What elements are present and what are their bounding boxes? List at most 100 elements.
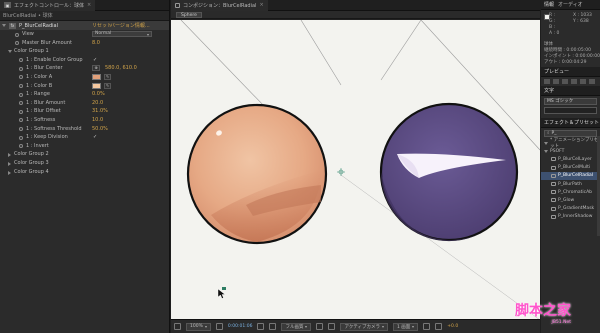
always-preview-icon[interactable] <box>174 323 181 330</box>
next-frame-icon[interactable] <box>571 79 577 84</box>
param-row[interactable]: Color Group 4 <box>0 168 169 177</box>
font-dropdown[interactable]: MS ゴシック <box>544 98 597 105</box>
param-value[interactable]: 20.0 <box>92 100 103 106</box>
expand-triangle-icon[interactable] <box>2 24 6 27</box>
stopwatch-icon[interactable] <box>19 58 23 63</box>
list-item[interactable]: P_BlurCelRadial <box>541 171 600 180</box>
stopwatch-icon[interactable] <box>19 75 23 80</box>
checkbox[interactable]: ✓ <box>93 134 97 140</box>
list-item[interactable]: P_ChromaticAb <box>541 188 600 196</box>
tab-info[interactable]: 情報 <box>544 1 554 8</box>
anchor-point-icon[interactable] <box>337 168 345 176</box>
timecode[interactable]: 0:00:01:06 <box>228 324 253 329</box>
param-value[interactable]: 31.0% <box>92 108 108 114</box>
toggle-pixel-aspect-icon[interactable] <box>423 323 431 330</box>
param-value[interactable]: 10.0 <box>92 117 103 123</box>
snapshot-icon[interactable] <box>257 323 265 330</box>
lock-icon[interactable] <box>175 2 180 8</box>
composition-viewer[interactable] <box>171 20 540 319</box>
effects-search-input[interactable]: ⌕ P_ <box>544 130 597 137</box>
param-value[interactable]: 8.0 <box>92 40 100 46</box>
expand-triangle-icon[interactable] <box>8 153 11 158</box>
stopwatch-icon[interactable] <box>15 32 19 37</box>
stopwatch-icon[interactable] <box>19 101 23 106</box>
sphere-left[interactable] <box>186 103 328 245</box>
param-row[interactable]: 1 : Blur Offset 31.0% <box>0 107 169 116</box>
expand-triangle-icon[interactable] <box>8 161 11 166</box>
list-item[interactable]: P_BlurPath <box>541 180 600 188</box>
region-of-interest-icon[interactable] <box>316 323 324 330</box>
stopwatch-icon[interactable] <box>19 118 23 123</box>
first-frame-icon[interactable] <box>544 79 550 84</box>
color-channel-icon[interactable] <box>269 323 277 330</box>
param-row[interactable]: 1 : Range 0.0% <box>0 90 169 99</box>
about-link[interactable]: バージョン情報... <box>110 22 150 29</box>
param-row[interactable]: 1 : Softness 10.0 <box>0 116 169 125</box>
expand-triangle-icon[interactable] <box>544 141 548 145</box>
expand-triangle-icon[interactable] <box>8 50 12 54</box>
breadcrumb[interactable]: Sphere <box>176 11 202 18</box>
font-style-dropdown[interactable] <box>544 107 597 114</box>
list-category[interactable]: * アニメーションプリセット <box>541 138 600 149</box>
close-icon[interactable]: × <box>87 2 91 8</box>
color-swatch[interactable] <box>92 73 101 80</box>
reset-link[interactable]: リセット <box>92 22 112 29</box>
param-row[interactable]: Color Group 1 <box>0 47 169 56</box>
param-row[interactable]: 1 : Color A ✎ <box>0 73 169 82</box>
list-item[interactable]: P_InnerShadow <box>541 213 600 221</box>
stopwatch-icon[interactable] <box>19 109 23 114</box>
last-frame-icon[interactable] <box>580 79 586 84</box>
ram-preview-icon[interactable] <box>589 79 595 84</box>
eyedropper-icon[interactable]: ✎ <box>104 73 111 80</box>
stopwatch-icon[interactable] <box>19 135 23 140</box>
stopwatch-icon[interactable] <box>19 127 23 132</box>
eyedropper-icon[interactable]: ✎ <box>104 82 111 89</box>
stopwatch-icon[interactable] <box>19 84 23 89</box>
color-swatch[interactable] <box>92 82 101 89</box>
effect-header-row[interactable]: fx P_BlurCelRadial リセット バージョン情報... <box>0 21 169 30</box>
close-icon[interactable]: × <box>259 2 263 8</box>
list-item[interactable]: P_BlurCelLayer <box>541 155 600 163</box>
tab-composition[interactable]: コンポジション：BlurCelRadial × <box>171 0 268 11</box>
param-row[interactable]: View Normal <box>0 30 169 39</box>
param-row[interactable]: 1 : Blur Center 580.0, 610.0 ⊕ <box>0 64 169 73</box>
param-value[interactable]: 580.0, 610.0 <box>105 65 137 71</box>
param-row[interactable]: 1 : Blur Amount 20.0 <box>0 99 169 108</box>
fx-toggle-icon[interactable]: fx <box>9 22 16 29</box>
param-row[interactable]: 1 : Color B ✎ <box>0 82 169 91</box>
tab-character[interactable]: 文字 <box>544 87 554 94</box>
param-row[interactable]: Master Blur Amount 8.0 <box>0 39 169 48</box>
checkbox[interactable]: ✓ <box>93 57 97 63</box>
list-item[interactable]: P_GradientMask <box>541 205 600 213</box>
resolution-dropdown[interactable]: フル画質 <box>281 322 312 331</box>
stopwatch-icon[interactable] <box>19 92 23 97</box>
tab-effect-controls[interactable]: ▣ エフェクトコントロール：球体 × <box>0 0 96 11</box>
play-icon[interactable] <box>562 79 568 84</box>
zoom-dropdown[interactable]: 100% <box>186 322 211 331</box>
list-item[interactable]: P_Glow <box>541 196 600 204</box>
stopwatch-icon[interactable] <box>19 144 23 149</box>
param-row[interactable]: 1 : Invert <box>0 142 169 151</box>
tab-effects-presets[interactable]: エフェクト＆プリセット <box>544 119 599 126</box>
views-dropdown[interactable]: 1 画面 <box>392 322 419 331</box>
param-value[interactable]: 50.0% <box>92 126 108 132</box>
expand-triangle-icon[interactable] <box>544 149 548 153</box>
param-row[interactable]: 1 : Keep Division ✓ <box>0 133 169 142</box>
tab-audio[interactable]: オーディオ <box>558 1 583 8</box>
param-row[interactable]: Color Group 2 <box>0 150 169 159</box>
grid-icon[interactable] <box>215 323 223 330</box>
camera-dropdown[interactable]: アクティブカメラ <box>340 322 388 331</box>
stopwatch-icon[interactable] <box>15 41 19 46</box>
transparency-grid-icon[interactable] <box>328 323 336 330</box>
fast-previews-icon[interactable] <box>435 323 443 330</box>
expand-triangle-icon[interactable] <box>8 170 11 175</box>
stopwatch-icon[interactable] <box>19 66 23 71</box>
sphere-right[interactable] <box>379 102 519 242</box>
param-value[interactable]: 0.0% <box>92 91 105 97</box>
prev-frame-icon[interactable] <box>553 79 559 84</box>
exposure-value[interactable]: +0.0 <box>447 324 458 329</box>
param-row[interactable]: Color Group 3 <box>0 159 169 168</box>
point-picker-icon[interactable]: ⊕ <box>92 65 100 72</box>
param-row[interactable]: 1 : Softness Threshold 50.0% <box>0 125 169 134</box>
param-row[interactable]: 1 : Enable Color Group ✓ <box>0 56 169 65</box>
